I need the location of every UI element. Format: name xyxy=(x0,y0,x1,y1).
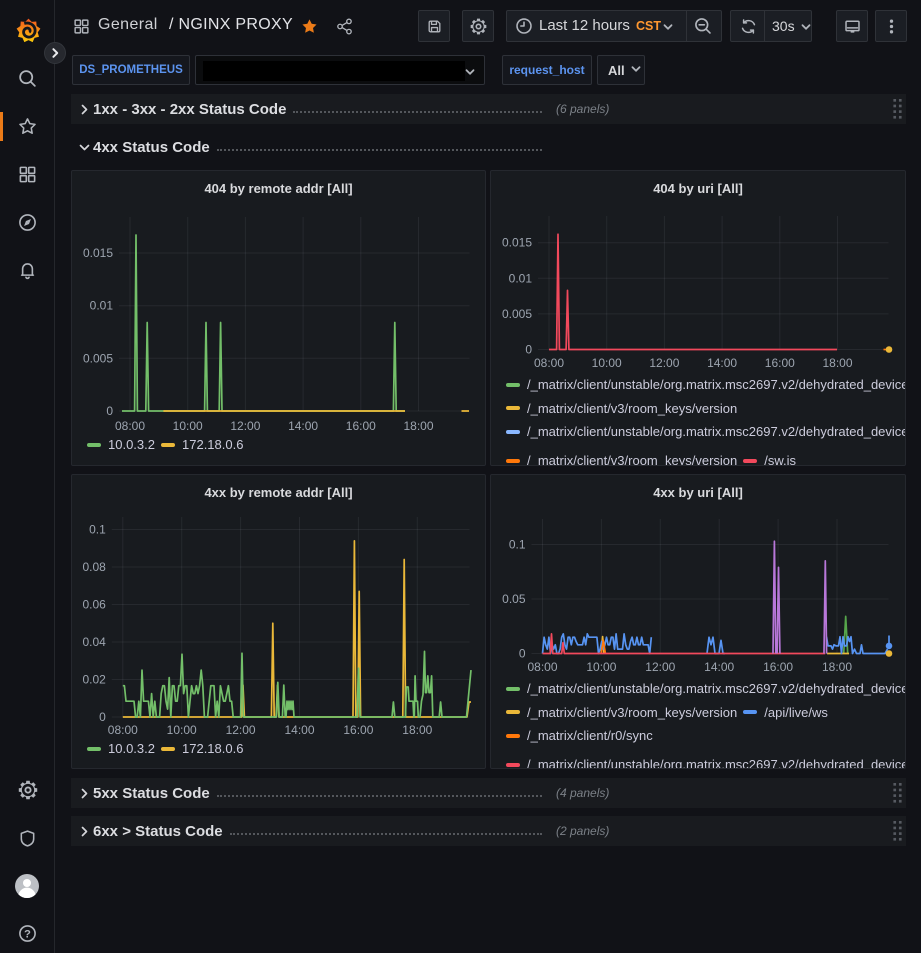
svg-text:0.02: 0.02 xyxy=(82,673,106,687)
svg-text:0: 0 xyxy=(519,647,526,661)
svg-text:16:00: 16:00 xyxy=(343,723,373,737)
svg-text:0: 0 xyxy=(106,404,113,418)
svg-text:?: ? xyxy=(24,928,31,940)
svg-text:0.1: 0.1 xyxy=(509,538,526,552)
svg-text:0.015: 0.015 xyxy=(83,246,113,260)
svg-text:10:00: 10:00 xyxy=(167,723,197,737)
svg-text:18:00: 18:00 xyxy=(402,723,432,737)
svg-text:0.08: 0.08 xyxy=(82,560,106,574)
svg-text:14:00: 14:00 xyxy=(704,660,734,674)
svg-text:0.005: 0.005 xyxy=(502,307,532,321)
svg-text:0.01: 0.01 xyxy=(90,299,114,313)
svg-text:0.06: 0.06 xyxy=(82,598,106,612)
svg-text:18:00: 18:00 xyxy=(403,419,433,433)
svg-text:0.01: 0.01 xyxy=(509,271,533,285)
svg-text:18:00: 18:00 xyxy=(822,356,852,370)
svg-text:10:00: 10:00 xyxy=(592,356,622,370)
svg-text:12:00: 12:00 xyxy=(645,660,675,674)
svg-text:08:00: 08:00 xyxy=(527,660,557,674)
svg-text:16:00: 16:00 xyxy=(346,419,376,433)
svg-text:10:00: 10:00 xyxy=(586,660,616,674)
svg-text:14:00: 14:00 xyxy=(284,723,314,737)
svg-text:12:00: 12:00 xyxy=(230,419,260,433)
svg-text:0.1: 0.1 xyxy=(89,523,106,537)
svg-text:14:00: 14:00 xyxy=(707,356,737,370)
svg-text:0: 0 xyxy=(99,710,106,724)
svg-text:16:00: 16:00 xyxy=(765,356,795,370)
svg-text:14:00: 14:00 xyxy=(288,419,318,433)
svg-text:0.04: 0.04 xyxy=(82,635,106,649)
svg-text:08:00: 08:00 xyxy=(534,356,564,370)
svg-text:0: 0 xyxy=(525,343,532,357)
svg-text:12:00: 12:00 xyxy=(226,723,256,737)
svg-text:08:00: 08:00 xyxy=(108,723,138,737)
svg-text:12:00: 12:00 xyxy=(649,356,679,370)
svg-text:0.005: 0.005 xyxy=(83,351,113,365)
svg-text:0.05: 0.05 xyxy=(502,592,526,606)
svg-text:08:00: 08:00 xyxy=(115,419,145,433)
svg-text:18:00: 18:00 xyxy=(822,660,852,674)
svg-text:16:00: 16:00 xyxy=(763,660,793,674)
svg-text:10:00: 10:00 xyxy=(173,419,203,433)
svg-text:0.015: 0.015 xyxy=(502,236,532,250)
